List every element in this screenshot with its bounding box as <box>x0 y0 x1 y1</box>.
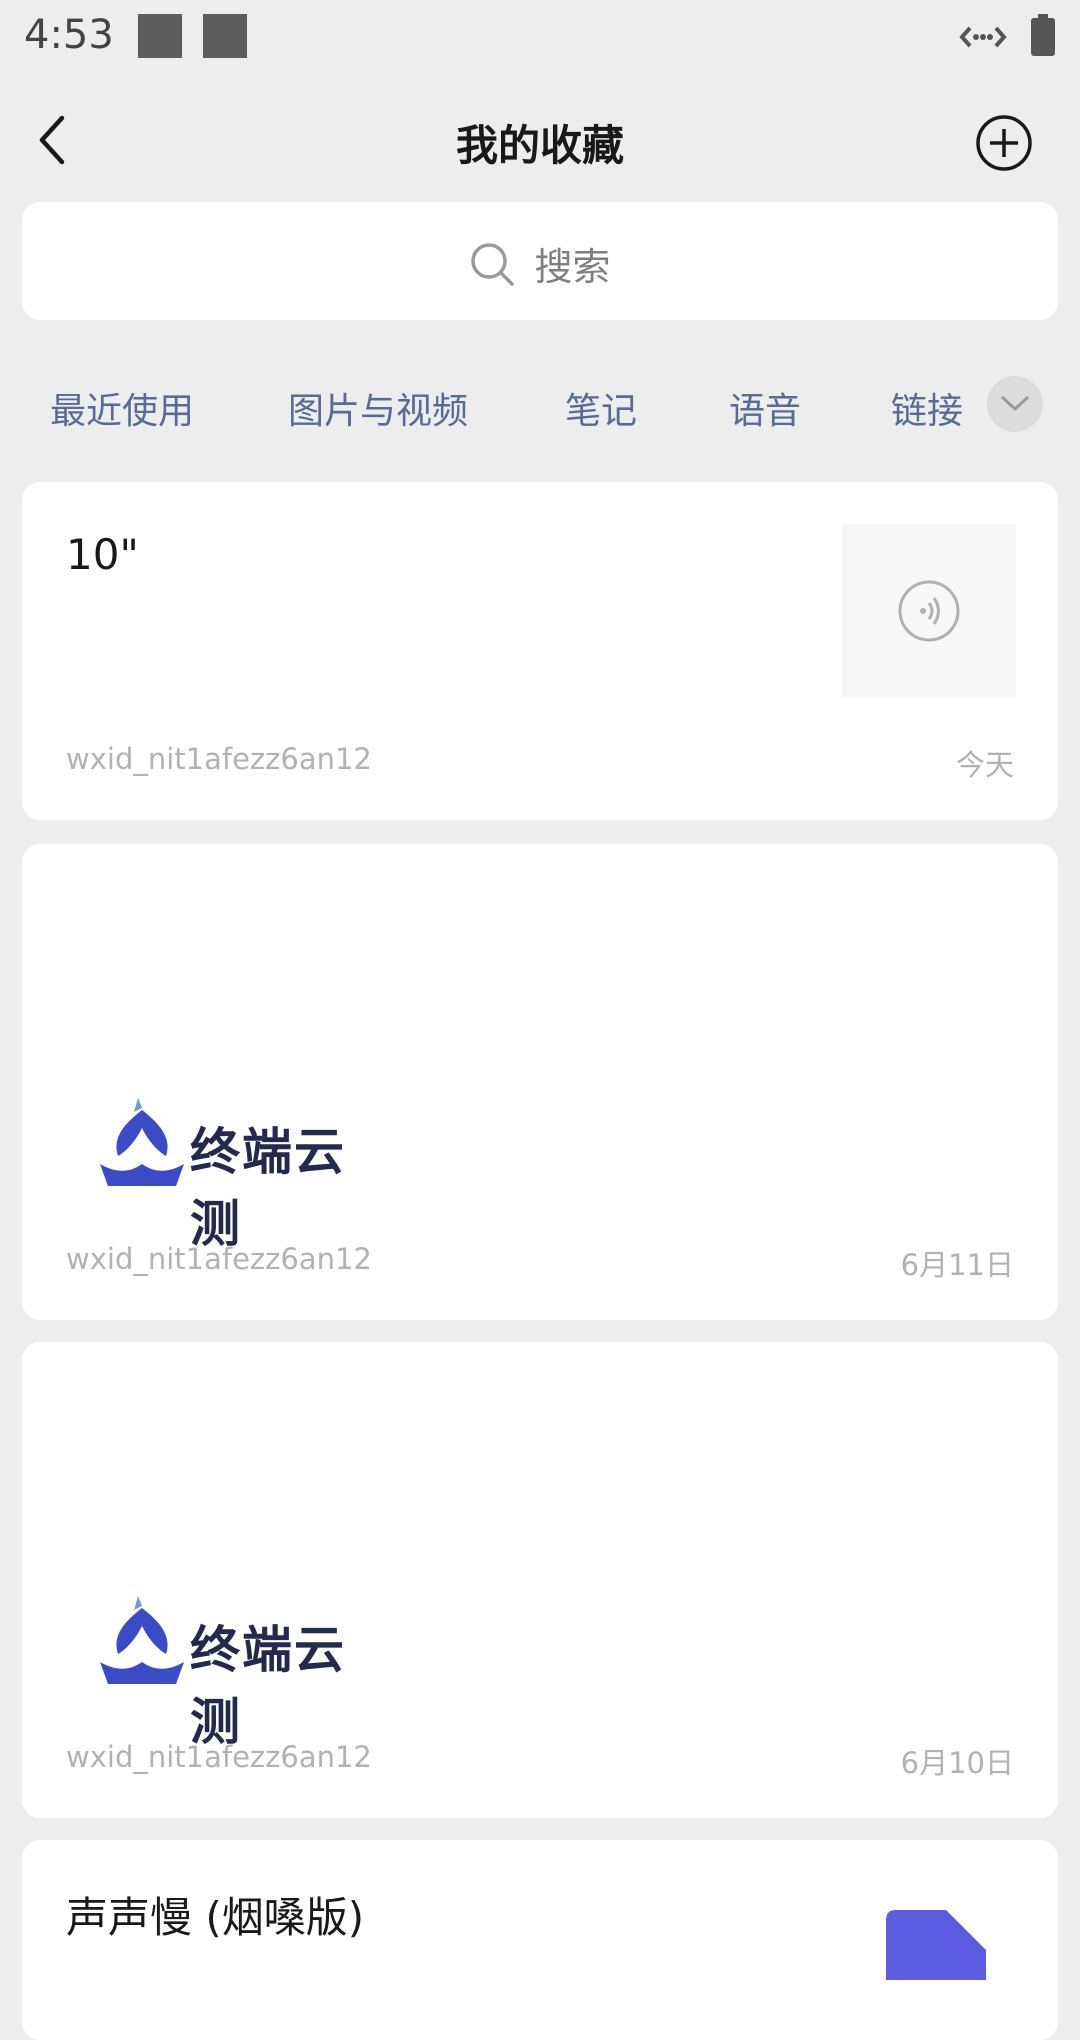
item-source: wxid_nit1afezz6an12 <box>66 1242 372 1276</box>
notification-icon <box>203 14 247 58</box>
favorite-item-file[interactable]: 声声慢 (烟嗓版) <box>22 1840 1058 2040</box>
tab-links[interactable]: 链接 <box>891 382 963 434</box>
notification-icon <box>138 14 182 58</box>
more-tabs-button[interactable] <box>987 376 1043 432</box>
item-source: wxid_nit1afezz6an12 <box>66 742 372 776</box>
category-tabs: 最近使用 图片与视频 笔记 语音 链接 <box>0 372 1080 452</box>
search-input[interactable]: 搜索 <box>22 202 1058 320</box>
chevron-down-icon <box>1000 395 1030 412</box>
search-icon <box>471 242 515 286</box>
item-date: 6月10日 <box>900 1746 1014 1780</box>
item-image: 终端云测 <box>94 1094 354 1253</box>
item-title: 声声慢 (烟嗓版) <box>66 1893 365 1942</box>
item-image: 终端云测 <box>94 1592 354 1751</box>
add-circle-icon[interactable] <box>975 114 1033 172</box>
favorite-item-voice[interactable]: 10" wxid_nit1afezz6an12 今天 <box>22 482 1058 820</box>
voice-thumbnail <box>842 524 1016 698</box>
data-transfer-icon <box>959 26 1007 48</box>
tab-recent[interactable]: 最近使用 <box>50 382 194 434</box>
item-date: 今天 <box>955 748 1014 782</box>
status-time: 4:53 <box>24 12 114 58</box>
nav-bar: 我的收藏 <box>0 76 1080 200</box>
logo-text: 终端云测 <box>190 1122 346 1253</box>
search-placeholder: 搜索 <box>534 245 611 289</box>
favorite-item-image[interactable]: 终端云测 wxid_nit1afezz6an12 6月10日 <box>22 1342 1058 1818</box>
item-date: 6月11日 <box>900 1248 1014 1282</box>
file-icon <box>886 1910 986 1980</box>
battery-icon <box>1031 14 1055 56</box>
status-bar: 4:53 <box>0 0 1080 76</box>
voice-icon <box>898 580 960 642</box>
page-title: 我的收藏 <box>455 121 624 170</box>
logo-icon <box>100 1098 184 1186</box>
item-source: wxid_nit1afezz6an12 <box>66 1740 372 1774</box>
item-title: 10" <box>66 530 139 579</box>
logo-text: 终端云测 <box>190 1620 346 1751</box>
tab-images-videos[interactable]: 图片与视频 <box>288 382 468 434</box>
favorite-item-image[interactable]: 终端云测 wxid_nit1afezz6an12 6月11日 <box>22 844 1058 1320</box>
tab-notes[interactable]: 笔记 <box>565 382 637 434</box>
logo-icon <box>100 1596 184 1684</box>
tab-voice[interactable]: 语音 <box>729 382 801 434</box>
